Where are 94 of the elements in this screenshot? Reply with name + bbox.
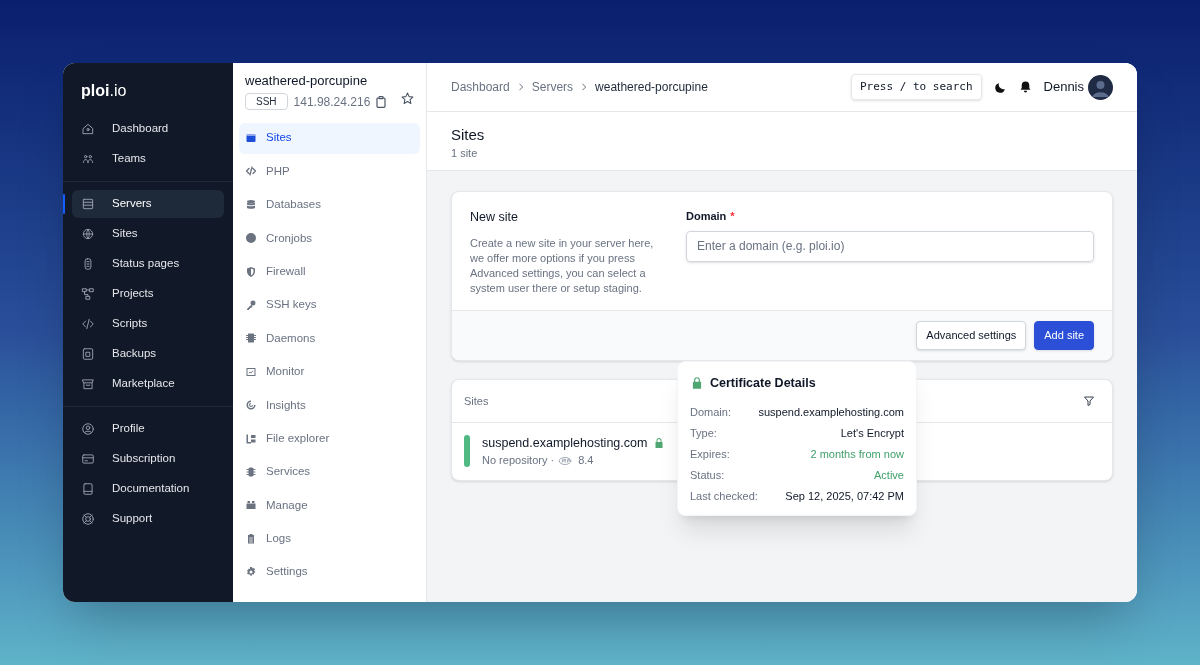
detail-label: Last checked: [690, 489, 758, 504]
key-icon [245, 298, 257, 311]
filter-icon[interactable] [1083, 394, 1095, 407]
code-icon [245, 165, 257, 178]
server-nav-item[interactable]: Daemons [239, 322, 420, 354]
star-icon[interactable] [401, 92, 414, 105]
user-icon [81, 422, 95, 436]
nav-item[interactable]: Subscription [72, 445, 224, 473]
detail-label: Expires: [690, 447, 730, 462]
avatar[interactable] [1088, 74, 1113, 100]
server-nav-item[interactable]: Monitor [239, 356, 420, 388]
store-icon [81, 377, 95, 391]
server-nav-item[interactable]: Insights [239, 389, 420, 421]
nav-item[interactable]: Support [72, 505, 224, 533]
server-nav-item[interactable]: Services [239, 456, 420, 488]
stack-icon [245, 465, 257, 478]
card-heading: Sites [464, 393, 489, 409]
user-name[interactable]: Dennis [1043, 77, 1084, 97]
popover-title: Certificate Details [710, 375, 816, 392]
chip-icon [245, 332, 257, 345]
detail-value: suspend.examplehosting.com [758, 405, 904, 420]
server-name: weathered-porcupine [245, 72, 369, 90]
logo: ploi.io [81, 82, 127, 99]
box-icon [245, 499, 257, 512]
code-icon [81, 317, 95, 331]
field-label: Domain [686, 209, 727, 224]
domain-field[interactable]: Enter a domain (e.g. ploi.io) [686, 230, 1094, 262]
detail-value: Sep 12, 2025, 07:42 PM [785, 489, 904, 504]
nav-item[interactable]: Dashboard [72, 115, 224, 143]
server-nav-item[interactable]: Manage [239, 489, 420, 521]
home-icon [81, 122, 95, 136]
bell-icon[interactable] [1018, 80, 1032, 94]
card-title: New site [470, 209, 519, 226]
detail-label: Type: [690, 426, 717, 441]
gear-icon [245, 566, 257, 579]
detail-label: Domain: [690, 405, 731, 420]
server-nav-item[interactable]: Firewall [239, 256, 420, 288]
required-mark: * [730, 209, 735, 224]
browser-icon [245, 132, 257, 144]
server-icon [81, 197, 95, 211]
nav-item[interactable]: Teams [72, 145, 224, 173]
nav-item[interactable]: Scripts [72, 310, 224, 338]
breadcrumb-link[interactable]: weathered-porcupine [595, 78, 708, 96]
ssh-button[interactable]: SSH [245, 93, 288, 110]
repository-text: No repository · [482, 453, 555, 469]
clipboard-icon [245, 532, 257, 545]
nav-item[interactable]: Sites [72, 220, 224, 248]
database-icon [245, 198, 257, 211]
copy-icon[interactable] [376, 95, 387, 108]
book-icon [81, 482, 95, 496]
search-button[interactable]: Press / to search [850, 73, 982, 101]
server-nav-item[interactable]: Sites [239, 122, 420, 154]
add-site-button[interactable]: Add site [1034, 320, 1094, 350]
shield-icon [245, 265, 257, 278]
advanced-settings-button[interactable]: Advanced settings [916, 320, 1027, 350]
page-subtitle: 1 site [451, 146, 479, 161]
nav-item[interactable]: Profile [72, 415, 224, 443]
nav-item[interactable]: Backups [72, 340, 224, 368]
server-nav-item[interactable]: PHP [239, 155, 420, 187]
folders-icon [245, 432, 257, 445]
server-nav-item[interactable]: Cronjobs [239, 222, 420, 254]
diagram-icon [81, 287, 95, 301]
radar-icon [245, 399, 257, 412]
nav-item[interactable]: Projects [72, 280, 224, 308]
detail-value: 2 months from now [810, 447, 904, 462]
detail-label: Status: [690, 468, 725, 483]
page-title: Sites [451, 125, 486, 145]
nav-item[interactable]: Servers [72, 190, 224, 218]
ip-address: 141.98.24.216 [293, 93, 371, 111]
server-nav-item[interactable]: Settings [239, 556, 420, 588]
status-icon [81, 257, 95, 271]
site-domain-link[interactable]: suspend.examplehosting.com [482, 433, 648, 453]
breadcrumb-link[interactable]: Dashboard [451, 78, 510, 96]
breadcrumb-link[interactable]: Servers [531, 78, 574, 96]
nav-item[interactable]: Documentation [72, 475, 224, 503]
people-icon [81, 152, 95, 166]
card-description: Create a new site in your server here, we offer more options if you press Advanced settings, you can select a system user there or setup staging. [470, 235, 655, 296]
monitor-icon [245, 365, 257, 378]
card-icon [81, 452, 95, 466]
server-nav-item[interactable]: SSH keys [239, 289, 420, 321]
php-version: 8.4 [578, 453, 594, 469]
globe-icon [81, 227, 95, 241]
nav-item[interactable]: Status pages [72, 250, 224, 278]
detail-value: Let's Encrypt [840, 426, 904, 441]
lock-icon [690, 376, 704, 391]
archive-icon [81, 347, 95, 361]
moon-icon[interactable] [993, 80, 1007, 94]
server-nav-item[interactable]: Databases [239, 189, 420, 221]
lifebuoy-icon [81, 512, 95, 526]
nav-item[interactable]: Marketplace [72, 370, 224, 398]
detail-value: Active [874, 468, 904, 483]
active-indicator [63, 194, 65, 214]
server-nav-item[interactable]: File explorer [239, 423, 420, 454]
server-nav-item[interactable]: Logs [239, 523, 420, 555]
